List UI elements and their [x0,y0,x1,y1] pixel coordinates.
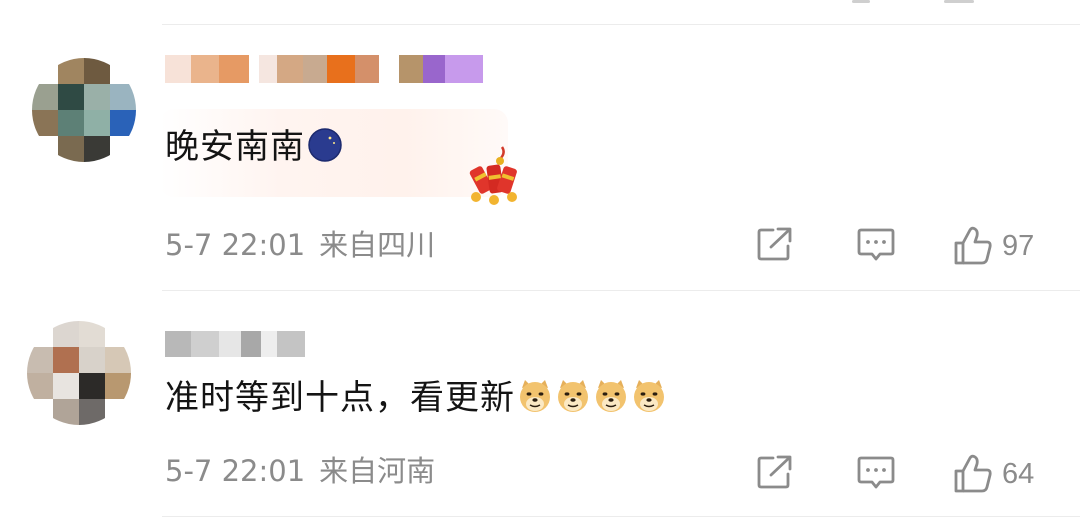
share-button[interactable] [756,454,794,490]
doge-emoji [520,380,550,412]
firecracker-decoration [469,146,517,205]
username-blurred[interactable] [165,331,305,357]
previous-action-stub [944,0,974,3]
comment-item: 晚安南南 5-7 22:01 来自四川 97 [0,25,1080,291]
doge-emoji [596,380,626,412]
comment-icon [857,456,895,489]
comment-meta: 5-7 22:01 来自四川 [165,228,435,262]
share-button[interactable] [756,226,794,262]
comment-meta: 5-7 22:01 来自河南 [165,454,435,488]
like-count: 64 [1002,458,1035,490]
username-blurred[interactable] [165,55,483,83]
avatar[interactable] [27,321,131,425]
like-button[interactable]: 97 [952,226,1034,266]
comment-icon [857,228,895,261]
thumbs-up-icon [954,454,992,493]
doge-emoji [634,380,664,412]
like-count: 97 [1002,230,1035,262]
reply-button[interactable] [856,226,896,264]
comment-location: 来自河南 [319,454,436,488]
comment-text: 准时等到十点，看更新 [165,377,667,419]
doge-emoji [558,380,588,412]
thumbs-up-icon [954,226,992,265]
crescent-moon-emoji [308,128,342,162]
comment-text: 晚安南南 [165,126,343,168]
comment-time: 5-7 22:01 [165,228,306,262]
comment-item: 准时等到十点，看更新 5-7 22:01 来自河南 64 [0,291,1080,518]
share-icon [757,227,792,261]
comment-text-content: 准时等到十点，看更新 [165,378,515,418]
previous-action-stub [852,0,870,3]
share-icon [757,455,792,489]
comment-location: 来自四川 [319,228,436,262]
comment-text-content: 晚安南南 [165,127,305,167]
like-button[interactable]: 64 [952,454,1034,494]
avatar[interactable] [32,58,136,162]
comment-divider [162,516,1080,517]
comment-time: 5-7 22:01 [165,454,306,488]
reply-button[interactable] [856,454,896,492]
